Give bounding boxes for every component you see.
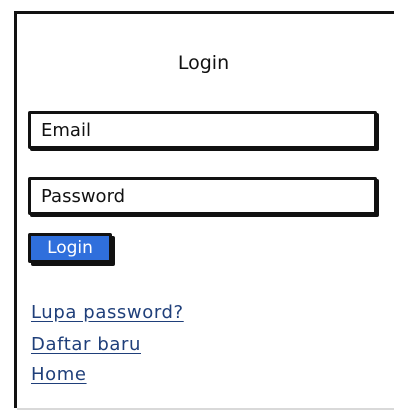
- password-field[interactable]: [28, 177, 377, 215]
- email-input[interactable]: [31, 114, 374, 146]
- password-input[interactable]: [31, 180, 374, 212]
- email-field[interactable]: [28, 111, 377, 149]
- home-link[interactable]: Home: [31, 364, 87, 385]
- forgot-password-link[interactable]: Lupa password?: [31, 302, 184, 323]
- login-button[interactable]: Login: [28, 233, 112, 263]
- register-link[interactable]: Daftar baru: [31, 334, 141, 355]
- page-title: Login: [177, 52, 230, 74]
